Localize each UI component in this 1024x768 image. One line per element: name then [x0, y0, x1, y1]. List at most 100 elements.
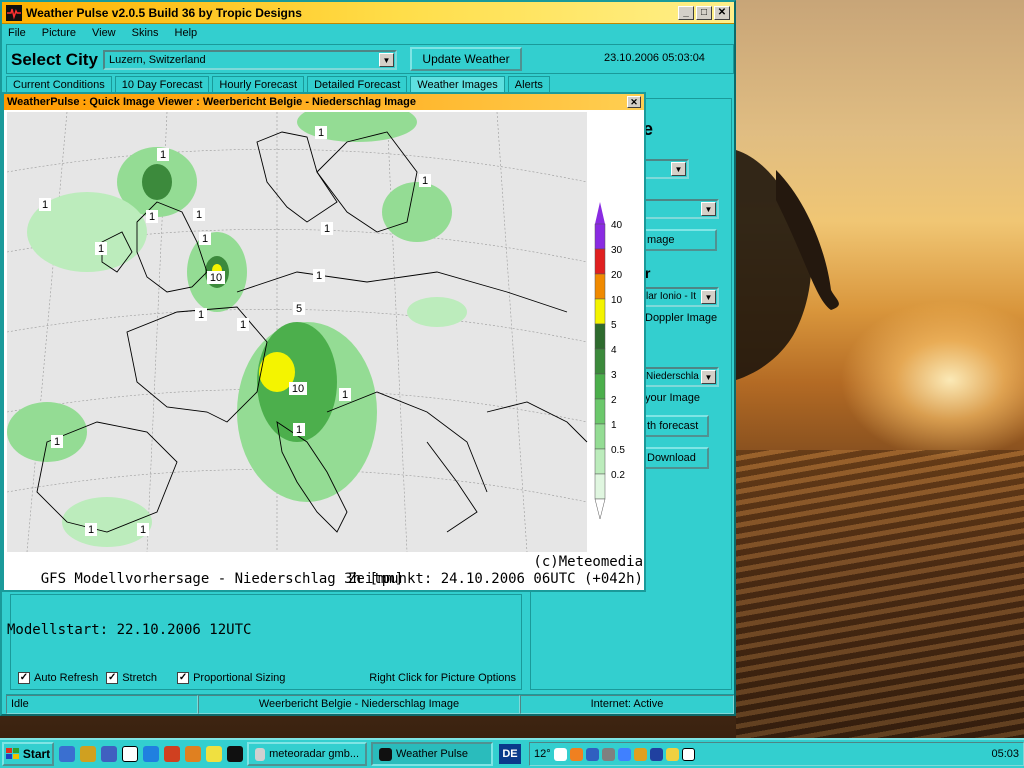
tray-app-icon[interactable]: [617, 747, 631, 761]
tray-network-icon[interactable]: [601, 747, 615, 761]
quicklaunch-media-icon[interactable]: [185, 746, 201, 762]
map-label: 1: [339, 388, 351, 401]
picture-options-row: ✓ Auto Refresh ✓ Stretch ✓ Proportional Siz…: [10, 666, 522, 690]
legend-bottom-arrow: [594, 498, 606, 520]
doppler-dropdown[interactable]: lar Ionio - It ▼: [641, 287, 719, 307]
svg-text:1: 1: [196, 209, 202, 221]
map-label: 1: [321, 222, 333, 235]
quick-image-viewer[interactable]: WeatherPulse : Quick Image Viewer : Weer…: [2, 92, 646, 638]
wallpaper-sea: [736, 450, 1024, 738]
chevron-down-icon[interactable]: ▼: [701, 290, 716, 304]
task-meteoradar[interactable]: meteoradar gmb...: [247, 742, 367, 766]
legend-swatch: [594, 373, 606, 400]
legend-label: 40: [611, 220, 623, 231]
auto-refresh-checkbox[interactable]: ✓ Auto Refresh: [18, 672, 98, 684]
weather-cloud-icon[interactable]: [553, 747, 567, 761]
map-label: 1: [195, 308, 207, 321]
quicklaunch-mail-icon[interactable]: [164, 746, 180, 762]
wallpaper-dolphin: [736, 150, 839, 380]
view-image-button[interactable]: mage: [641, 229, 717, 251]
tray-app-icon[interactable]: [585, 747, 599, 761]
legend-swatch: [594, 323, 606, 350]
quicklaunch-panda-icon[interactable]: [122, 746, 138, 762]
quicklaunch-app-icon[interactable]: [101, 746, 117, 762]
svg-text:1: 1: [88, 524, 94, 536]
legend-swatch: [594, 248, 606, 275]
precip-legend: 40 30 20 10 5 4 3 2 1 0.5 0.2: [594, 202, 625, 520]
legend-swatch: [594, 448, 606, 475]
close-button[interactable]: ✕: [714, 5, 730, 20]
custom-image-dropdown[interactable]: Niederschla ▼: [641, 367, 719, 387]
language-indicator[interactable]: DE: [499, 744, 521, 764]
close-icon[interactable]: ✕: [627, 96, 641, 108]
quicklaunch-weatherpulse-icon[interactable]: [227, 746, 243, 762]
chevron-down-icon[interactable]: ▼: [671, 162, 686, 176]
legend-label: 10: [611, 295, 623, 306]
map-label: 1: [51, 435, 63, 448]
start-button[interactable]: Start: [2, 742, 54, 766]
svg-text:1: 1: [422, 175, 428, 187]
map-label: 1: [137, 523, 149, 536]
quicklaunch-ie-icon[interactable]: [59, 746, 75, 762]
quicklaunch-notes-icon[interactable]: [206, 746, 222, 762]
stretch-checkbox[interactable]: ✓ Stretch: [106, 672, 157, 684]
legend-swatch: [594, 423, 606, 450]
svg-text:1: 1: [140, 524, 146, 536]
svg-text:1: 1: [318, 127, 324, 139]
svg-text:1: 1: [202, 233, 208, 245]
quicklaunch-browser-icon[interactable]: [143, 746, 159, 762]
caption-valid-time: Zeitpunkt: 24.10.2006 06UTC (+042h): [347, 571, 643, 587]
proportional-sizing-checkbox[interactable]: ✓ Proportional Sizing: [177, 672, 285, 684]
map-label: 10: [289, 382, 307, 395]
menu-file[interactable]: File: [8, 27, 26, 39]
chevron-down-icon[interactable]: ▼: [379, 53, 394, 67]
update-weather-button[interactable]: Update Weather: [410, 47, 522, 71]
viewer-title: WeatherPulse : Quick Image Viewer : Weer…: [7, 96, 416, 108]
tray-app-icon[interactable]: [649, 747, 663, 761]
checkbox-icon[interactable]: ✓: [18, 672, 30, 684]
svg-text:1: 1: [240, 319, 246, 331]
checkbox-icon[interactable]: ✓: [106, 672, 119, 684]
your-image-link[interactable]: your Image: [645, 392, 700, 404]
tray-app-icon[interactable]: [633, 747, 647, 761]
menu-help[interactable]: Help: [175, 27, 198, 39]
menu-skins[interactable]: Skins: [132, 27, 159, 39]
maximize-button[interactable]: □: [696, 5, 712, 20]
image-category-dropdown[interactable]: ▼: [641, 159, 689, 179]
legend-label: 3: [611, 370, 617, 381]
legend-swatch: [594, 348, 606, 375]
svg-text:1: 1: [342, 389, 348, 401]
forecast-button[interactable]: th forecast: [641, 415, 709, 437]
city-dropdown[interactable]: Luzern, Switzerland ▼: [103, 50, 397, 70]
chevron-down-icon[interactable]: ▼: [701, 202, 716, 216]
legend-swatch: [594, 473, 606, 500]
browser-icon: [255, 747, 266, 761]
menu-picture[interactable]: Picture: [42, 27, 76, 39]
image-source-dropdown[interactable]: ▼: [641, 199, 719, 219]
system-tray: 12° 05:03: [529, 742, 1024, 766]
download-button[interactable]: Download: [641, 447, 709, 469]
tray-panda-icon[interactable]: [681, 747, 695, 761]
svg-text:1: 1: [149, 211, 155, 223]
tray-temperature: 12°: [534, 748, 551, 760]
tray-app-icon[interactable]: [665, 747, 679, 761]
quicklaunch-explorer-icon[interactable]: [80, 746, 96, 762]
legend-label: 2: [611, 395, 617, 406]
map-label: 1: [315, 126, 327, 139]
minimize-button[interactable]: _: [678, 5, 694, 20]
svg-text:1: 1: [98, 243, 104, 255]
menu-bar: File Picture View Skins Help: [2, 24, 734, 42]
map-label: 1: [95, 242, 107, 255]
svg-text:1: 1: [198, 309, 204, 321]
doppler-image-link[interactable]: Doppler Image: [645, 312, 717, 324]
map-label: 1: [85, 523, 97, 536]
caption-model-start: Modellstart: 22.10.2006 12UTC: [7, 622, 252, 638]
task-weather-pulse[interactable]: Weather Pulse: [371, 742, 493, 766]
legend-label: 0.5: [611, 445, 625, 456]
checkbox-icon[interactable]: ✓: [177, 672, 190, 684]
tray-app-icon[interactable]: [569, 747, 583, 761]
legend-label: 4: [611, 345, 617, 356]
system-clock: 05:03: [991, 748, 1019, 760]
chevron-down-icon[interactable]: ▼: [701, 370, 716, 384]
menu-view[interactable]: View: [92, 27, 116, 39]
